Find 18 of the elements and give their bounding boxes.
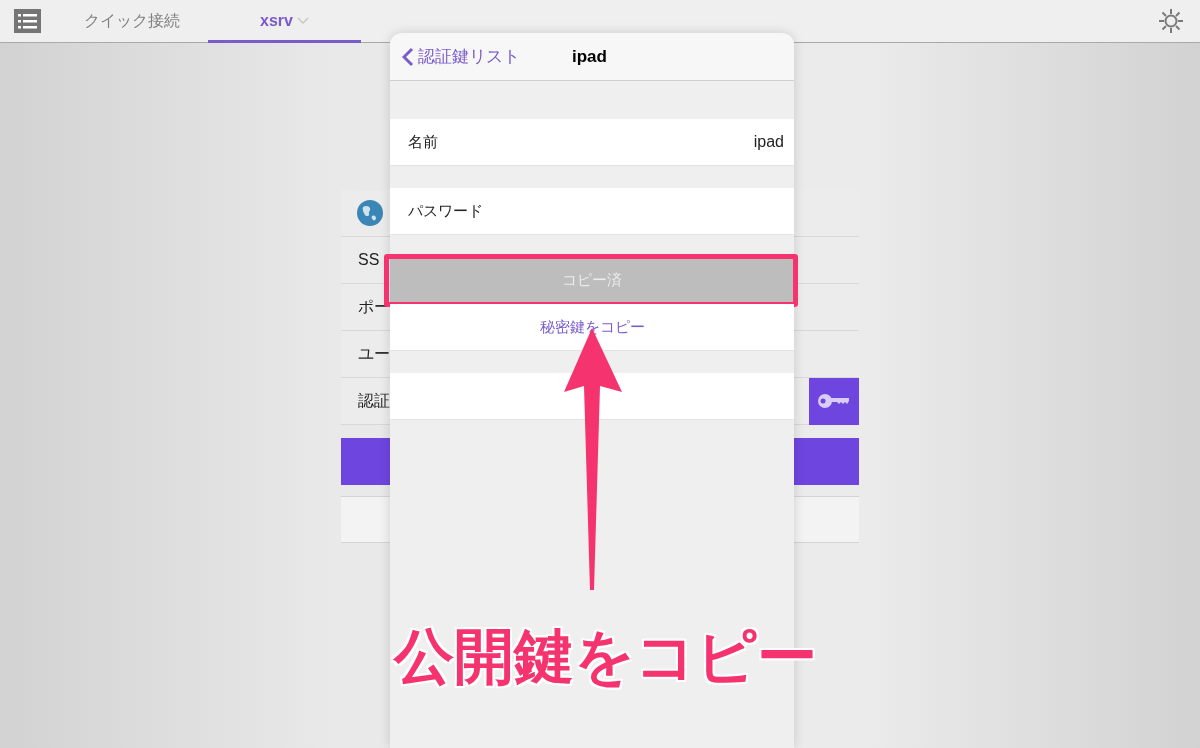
tab[interactable]: xsrv	[208, 0, 361, 43]
settings-icon[interactable]	[1157, 7, 1185, 35]
key-icon	[817, 393, 851, 409]
row-label: SS	[358, 250, 380, 270]
row-value: ipad	[753, 132, 784, 152]
annotation-label: 公開鍵をコピー	[394, 626, 817, 686]
chevron-left-icon	[402, 46, 414, 67]
menu-icon[interactable]	[14, 9, 41, 33]
tab[interactable]: クイック接続	[55, 0, 208, 43]
row-label: ユー	[358, 344, 390, 364]
row-label: 認証	[358, 391, 390, 411]
action-button[interactable]	[390, 373, 794, 420]
popover-title: ipad	[572, 45, 607, 68]
key-button[interactable]	[809, 377, 859, 425]
row-label: 名前	[408, 131, 438, 152]
back-button[interactable]: 認証鍵リスト	[402, 43, 520, 70]
row-label: パスワード	[408, 200, 483, 221]
globe-icon	[357, 200, 383, 226]
